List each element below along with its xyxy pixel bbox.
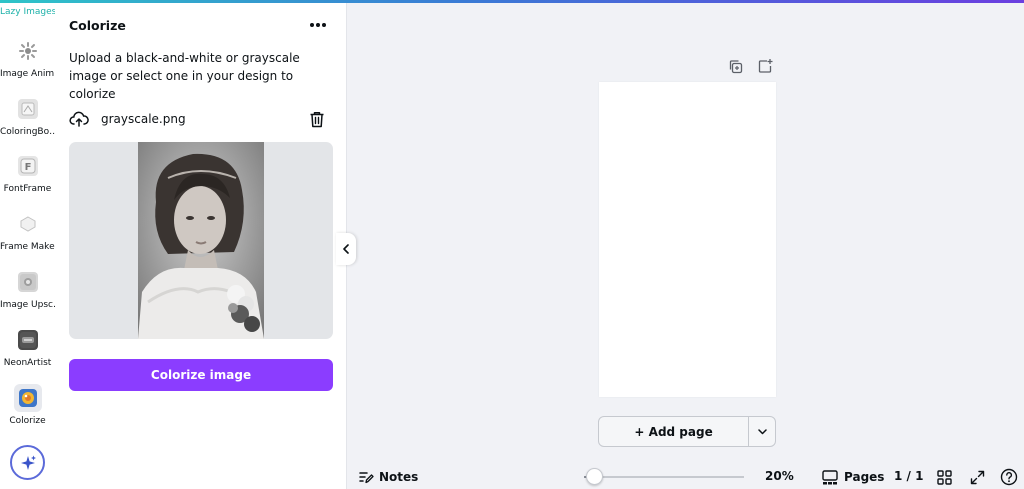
cloud-upload-icon[interactable] bbox=[69, 109, 89, 129]
add-page-button[interactable]: + Add page bbox=[599, 417, 750, 446]
frame-maker-icon bbox=[18, 214, 38, 234]
collapse-panel-button[interactable] bbox=[336, 233, 356, 265]
neon-artist-icon bbox=[17, 330, 38, 350]
rail-item-label: ColoringBo… bbox=[0, 127, 55, 137]
fullscreen-button[interactable] bbox=[967, 467, 987, 487]
notes-label: Notes bbox=[379, 470, 419, 484]
sparkle-gear-icon bbox=[18, 41, 38, 61]
rail-item-coloringbook[interactable]: ColoringBo… bbox=[0, 97, 55, 151]
pages-icon bbox=[822, 469, 838, 484]
notes-icon bbox=[359, 471, 374, 483]
design-page[interactable] bbox=[599, 82, 776, 397]
font-frame-icon: F bbox=[17, 156, 38, 176]
zoom-slider-knob[interactable] bbox=[585, 468, 603, 485]
delete-file-button[interactable] bbox=[307, 109, 327, 129]
duplicate-icon bbox=[729, 60, 743, 74]
trash-icon bbox=[310, 111, 324, 127]
add-page-group: + Add page bbox=[598, 416, 776, 447]
page-count: 1 / 1 bbox=[894, 469, 924, 483]
colorize-panel: Colorize Upload a black-and-white or gra… bbox=[55, 3, 347, 489]
image-preview bbox=[69, 142, 333, 339]
uploaded-file-row: grayscale.png bbox=[69, 109, 329, 129]
colorize-image-button[interactable]: Colorize image bbox=[69, 359, 333, 391]
notes-button[interactable]: Notes bbox=[359, 468, 418, 486]
rail-item-fontframe[interactable]: F FontFrame bbox=[0, 154, 55, 208]
add-page-dropdown[interactable] bbox=[749, 417, 775, 446]
rail-item-label: Image Upsc… bbox=[0, 300, 55, 310]
zoom-level[interactable]: 20% bbox=[765, 469, 794, 483]
coloring-book-icon bbox=[17, 99, 38, 119]
more-dot-icon bbox=[316, 23, 320, 27]
help-icon bbox=[1000, 468, 1018, 486]
image-upscaler-icon bbox=[17, 272, 38, 292]
rail-item-cut-label: Lazy Images bbox=[0, 7, 55, 17]
panel-title: Colorize bbox=[69, 18, 126, 33]
help-button[interactable] bbox=[999, 467, 1019, 487]
grayscale-photo bbox=[138, 142, 264, 339]
file-name: grayscale.png bbox=[101, 112, 186, 126]
rail-item-image-animator[interactable]: Image Anim… bbox=[0, 39, 55, 93]
chevron-left-icon bbox=[343, 244, 349, 254]
svg-text:F: F bbox=[24, 162, 31, 173]
rail-item-label: Colorize bbox=[9, 416, 46, 426]
duplicate-page-button[interactable] bbox=[727, 58, 745, 76]
pages-label: Pages bbox=[844, 470, 885, 484]
more-options-button[interactable] bbox=[305, 16, 331, 34]
add-page-icon bbox=[758, 59, 773, 73]
panel-description: Upload a black-and-white or grayscale im… bbox=[69, 51, 300, 101]
rail-item-image-upscaler[interactable]: Image Upsc… bbox=[0, 270, 55, 324]
chevron-down-icon bbox=[757, 428, 767, 434]
app-rail: Lazy Images Image Anim… ColoringBo… F Fo… bbox=[0, 3, 55, 489]
rail-item-label: FontFrame bbox=[3, 184, 52, 194]
rail-item-colorize[interactable]: Colorize bbox=[0, 384, 55, 440]
grid-icon bbox=[936, 469, 952, 485]
rail-item-label: Image Anim… bbox=[0, 69, 55, 79]
rail-item-label: NeonArtist bbox=[3, 358, 52, 368]
zoom-slider-track[interactable] bbox=[584, 476, 744, 478]
more-dot-icon bbox=[322, 23, 326, 27]
more-dot-icon bbox=[310, 23, 314, 27]
rail-item-label: Frame Maker bbox=[0, 242, 55, 252]
add-page-top-button[interactable] bbox=[756, 57, 774, 75]
grid-view-button[interactable] bbox=[934, 467, 954, 487]
magic-sparkle-button[interactable] bbox=[10, 445, 45, 480]
pages-button[interactable]: Pages bbox=[822, 467, 884, 487]
expand-icon bbox=[970, 470, 984, 484]
magic-sparkle-icon bbox=[20, 455, 36, 470]
rail-item-neonartist[interactable]: NeonArtist bbox=[0, 328, 55, 382]
colorize-icon bbox=[13, 384, 42, 412]
rail-item-frame-maker[interactable]: Frame Maker bbox=[0, 212, 55, 266]
